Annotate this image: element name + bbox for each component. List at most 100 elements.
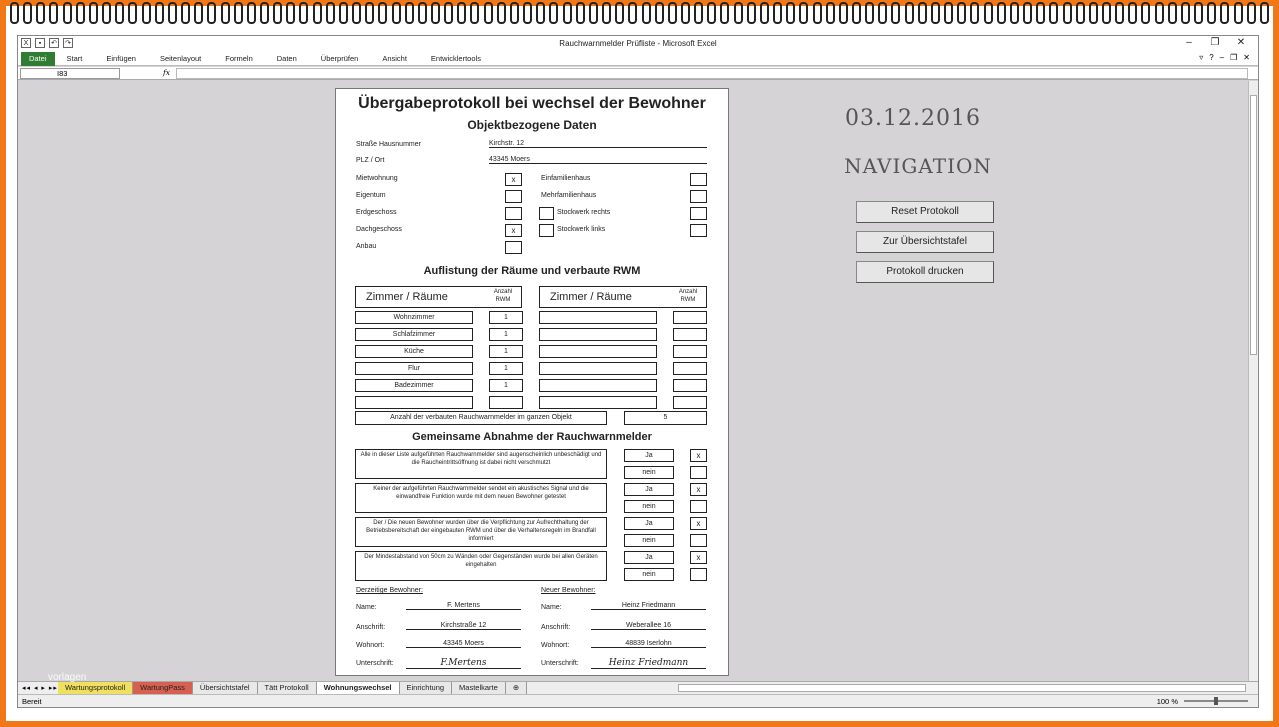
sheet-tab[interactable]: Übersichtstafel: [192, 682, 258, 694]
tab-entwicklertools[interactable]: Entwicklertools: [419, 54, 493, 63]
tab-seitenlayout[interactable]: Seitenlayout: [148, 54, 213, 63]
room-count-cell-empty[interactable]: [673, 345, 707, 358]
property-checkbox[interactable]: [505, 207, 522, 220]
yes-checkbox[interactable]: x: [690, 551, 707, 564]
room-count-cell-empty[interactable]: [673, 396, 707, 409]
tab-daten[interactable]: Daten: [265, 54, 309, 63]
sheet-tab[interactable]: WartungPass: [133, 682, 193, 694]
yes-checkbox[interactable]: x: [690, 517, 707, 530]
room-count-cell[interactable]: 1: [489, 345, 523, 358]
property-checkbox[interactable]: x: [505, 173, 522, 186]
yes-checkbox[interactable]: x: [690, 449, 707, 462]
close-button[interactable]: ✕: [1234, 37, 1248, 48]
room-name-cell[interactable]: Küche: [355, 345, 473, 358]
room-count-cell-empty[interactable]: [673, 379, 707, 392]
street-value[interactable]: Kirchstr. 12: [489, 140, 707, 148]
room-count-cell[interactable]: [489, 396, 523, 409]
resident-field-value[interactable]: Kirchstraße 12: [406, 622, 521, 630]
floor-side-checkbox[interactable]: [539, 207, 554, 220]
minimize-button[interactable]: –: [1182, 37, 1196, 48]
workbook-restore-icon[interactable]: ❐: [1230, 53, 1237, 62]
floor-side-checkbox[interactable]: [539, 224, 554, 237]
workbook-close-icon[interactable]: ✕: [1243, 53, 1250, 62]
room-name-cell[interactable]: Badezimmer: [355, 379, 473, 392]
tab-formeln[interactable]: Formeln: [213, 54, 265, 63]
scroll-thumb[interactable]: [1250, 95, 1257, 355]
new-sheet-icon[interactable]: ⊕: [505, 682, 528, 694]
room-count-cell-empty[interactable]: [673, 311, 707, 324]
room-name-cell[interactable]: Schlafzimmer: [355, 328, 473, 341]
room-name-cell-empty[interactable]: [539, 345, 657, 358]
total-value[interactable]: 5: [624, 411, 707, 425]
formula-input[interactable]: [176, 68, 1248, 79]
resident-field-value[interactable]: Heinz Friedmann: [591, 658, 706, 669]
reset-protocol-button[interactable]: Reset Protokoll: [856, 201, 994, 223]
resident-field-value[interactable]: F. Mertens: [406, 602, 521, 610]
print-protocol-button[interactable]: Protokoll drucken: [856, 261, 994, 283]
resident-field-value[interactable]: Heinz Friedmann: [591, 602, 706, 610]
building-checkbox[interactable]: [690, 207, 707, 220]
no-checkbox[interactable]: [690, 466, 707, 479]
room-count-cell-empty[interactable]: [673, 328, 707, 341]
tab-start[interactable]: Start: [55, 54, 95, 63]
room-name-cell-empty[interactable]: [539, 396, 657, 409]
tab-einfuegen[interactable]: Einfügen: [94, 54, 148, 63]
room-count-cell-empty[interactable]: [673, 362, 707, 375]
room-count-cell[interactable]: 1: [489, 328, 523, 341]
no-checkbox[interactable]: [690, 534, 707, 547]
form-subtitle: Objektbezogene Daten: [467, 118, 597, 132]
sheet-tab[interactable]: Mastelkarte: [452, 682, 506, 694]
building-checkbox[interactable]: [690, 224, 707, 237]
no-checkbox[interactable]: [690, 568, 707, 581]
spiral-coil: [865, 2, 875, 24]
room-name-cell-empty[interactable]: [539, 328, 657, 341]
spiral-coil: [641, 2, 651, 24]
sheet-nav-arrows-icon[interactable]: ◂◂ ◂ ▸ ▸▸: [18, 684, 58, 692]
sheet-tab[interactable]: Wartungsprotokoll: [58, 682, 134, 694]
resident-field-label: Name:: [541, 604, 562, 611]
help-icon[interactable]: ?: [1209, 53, 1213, 62]
acceptance-statement: Der / Die neuen Bewohner wurden über die…: [355, 517, 607, 547]
horizontal-scrollbar[interactable]: [678, 684, 1246, 692]
fx-icon[interactable]: fx: [163, 68, 170, 77]
resident-field-value[interactable]: F.Mertens: [406, 658, 521, 669]
property-checkbox[interactable]: [505, 241, 522, 254]
room-name-cell-empty[interactable]: [539, 311, 657, 324]
room-count-cell[interactable]: 1: [489, 311, 523, 324]
room-name-cell-empty[interactable]: [539, 379, 657, 392]
building-checkbox[interactable]: [690, 173, 707, 186]
excel-window: X ▪ ↶ ↷ Rauchwarnmelder Prüfliste - Micr…: [17, 35, 1259, 708]
no-checkbox[interactable]: [690, 500, 707, 513]
vertical-scrollbar[interactable]: [1248, 81, 1258, 681]
tab-ansicht[interactable]: Ansicht: [370, 54, 419, 63]
sheet-tab[interactable]: Einrichtung: [399, 682, 453, 694]
sheet-tab[interactable]: Wohnungswechsel: [316, 682, 400, 694]
room-name-cell[interactable]: Flur: [355, 362, 473, 375]
resident-field-value[interactable]: Weberallee 16: [591, 622, 706, 630]
collapse-ribbon-icon[interactable]: ▿: [1199, 53, 1203, 62]
yes-checkbox[interactable]: x: [690, 483, 707, 496]
room-count-cell[interactable]: 1: [489, 362, 523, 375]
tab-ueberpruefen[interactable]: Überprüfen: [309, 54, 371, 63]
overview-button[interactable]: Zur Übersichtstafel: [856, 231, 994, 253]
room-name-cell-empty[interactable]: [539, 362, 657, 375]
plz-value[interactable]: 43345 Moers: [489, 156, 707, 164]
spiral-coil: [220, 2, 230, 24]
name-box[interactable]: I83: [20, 68, 120, 79]
zoom-slider[interactable]: [1184, 697, 1248, 705]
room-name-cell[interactable]: Wohnzimmer: [355, 311, 473, 324]
resident-heading: Derzeitige Bewohner:: [356, 587, 423, 594]
property-checkbox[interactable]: [505, 190, 522, 203]
resident-field-value[interactable]: 48839 Iserlohn: [591, 640, 706, 648]
spiral-coil: [457, 2, 467, 24]
resident-field-value[interactable]: 43345 Moers: [406, 640, 521, 648]
sheet-tab[interactable]: Tätt Protokoll: [257, 682, 317, 694]
room-name-cell[interactable]: [355, 396, 473, 409]
workbook-minimize-icon[interactable]: –: [1220, 53, 1224, 62]
room-count-cell[interactable]: 1: [489, 379, 523, 392]
building-checkbox[interactable]: [690, 190, 707, 203]
tab-datei[interactable]: Datei: [21, 51, 55, 66]
property-checkbox[interactable]: x: [505, 224, 522, 237]
spiral-coil: [286, 2, 296, 24]
restore-button[interactable]: ❐: [1208, 37, 1222, 48]
